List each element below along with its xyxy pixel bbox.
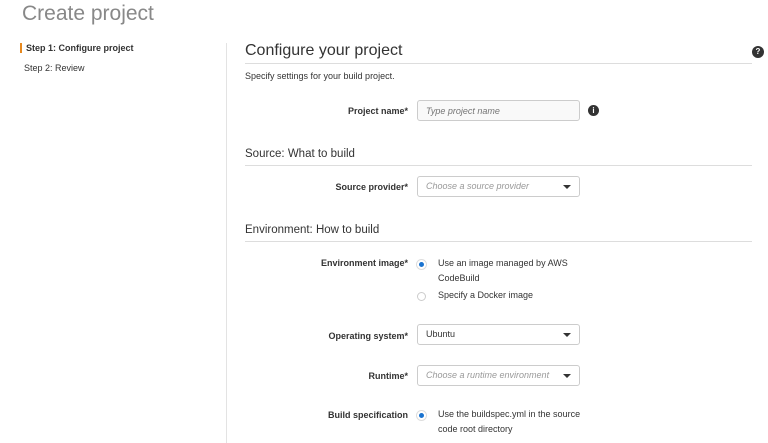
chevron-down-icon [563, 374, 571, 378]
operating-system-select[interactable]: Ubuntu [417, 324, 580, 345]
docker-image-label: Specify a Docker image [438, 290, 534, 300]
info-icon[interactable]: i [588, 105, 599, 116]
environment-heading: Environment: How to build [245, 224, 380, 236]
source-heading: Source: What to build [245, 148, 355, 160]
divider [245, 165, 752, 166]
runtime-placeholder: Choose a runtime environment [426, 370, 550, 380]
step-configure-project[interactable]: Step 1: Configure project [20, 43, 134, 53]
step-review[interactable]: Step 2: Review [24, 63, 85, 73]
chevron-down-icon [563, 185, 571, 189]
buildspec-option-label: Use the buildspec.yml in the source code… [438, 409, 581, 434]
chevron-down-icon [563, 333, 571, 337]
page-title: Create project [22, 2, 154, 25]
build-specification-label: Build specification [327, 410, 408, 420]
help-icon[interactable]: ? [752, 46, 764, 58]
radio-buildspec[interactable] [417, 411, 426, 420]
operating-system-value: Ubuntu [426, 329, 456, 339]
runtime-select[interactable]: Choose a runtime environment [417, 365, 580, 386]
source-provider-label: Source provider* [335, 182, 408, 192]
project-name-input[interactable] [417, 100, 580, 121]
divider [226, 43, 227, 443]
source-provider-select[interactable]: Choose a source provider [417, 176, 580, 197]
environment-image-label: Environment image* [320, 258, 408, 268]
project-name-label: Project name* [347, 106, 408, 116]
radio-managed-image[interactable] [417, 260, 426, 269]
section-title: Configure your project [245, 42, 403, 59]
runtime-label: Runtime* [368, 371, 408, 381]
source-provider-placeholder: Choose a source provider [426, 181, 530, 191]
managed-image-label: Use an image managed by AWS CodeBuild [438, 258, 568, 283]
operating-system-label: Operating system* [328, 331, 408, 341]
radio-docker-image[interactable] [417, 292, 426, 301]
divider [245, 241, 752, 242]
divider [245, 63, 752, 64]
section-subtitle: Specify settings for your build project. [245, 71, 395, 81]
